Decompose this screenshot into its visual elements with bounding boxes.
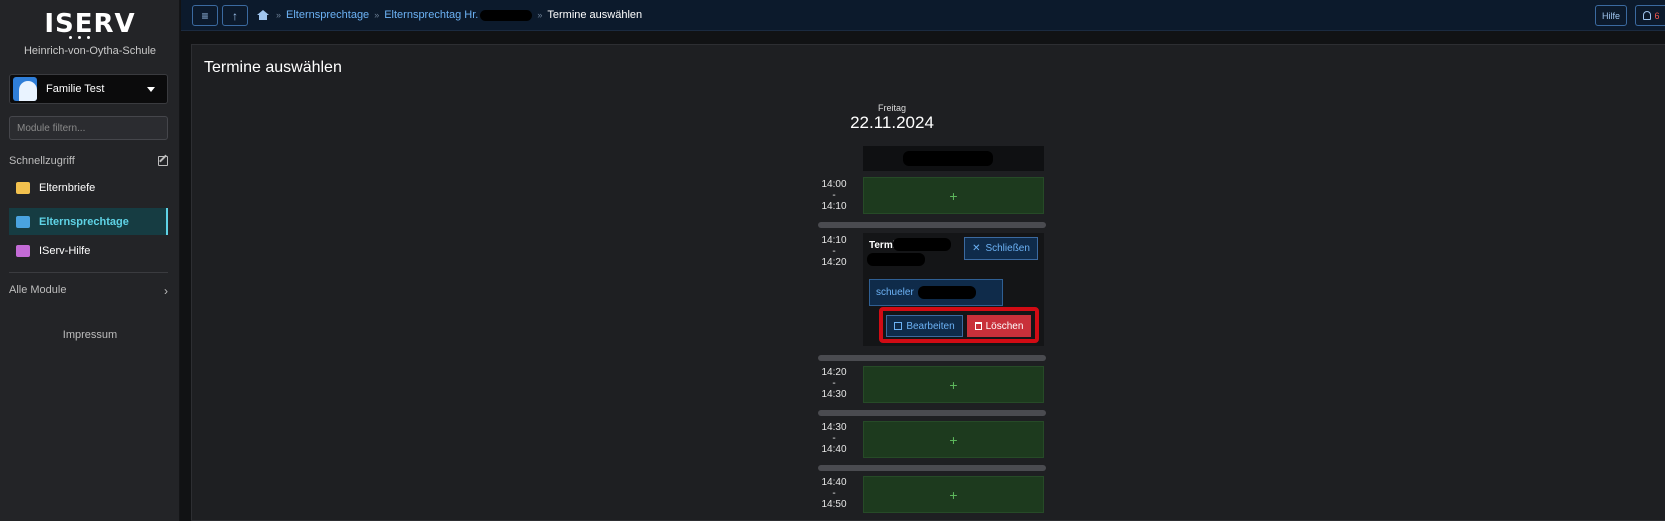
sidebar-item-label: Elternbriefe bbox=[39, 181, 96, 194]
quick-access-header: Schnellzugriff bbox=[9, 155, 168, 167]
breadcrumb-elternsprechtage[interactable]: Elternsprechtage bbox=[286, 9, 369, 21]
redacted-teacher bbox=[867, 253, 925, 266]
student-label: schueler bbox=[876, 287, 914, 298]
breadcrumb-separator: » bbox=[276, 10, 282, 20]
student-badge: schueler bbox=[869, 279, 1003, 306]
module-filter-input[interactable] bbox=[9, 116, 168, 140]
account-name: Familie Test bbox=[46, 83, 105, 95]
pencil-icon bbox=[894, 322, 903, 330]
arrow-up-icon: ↑ bbox=[232, 8, 238, 23]
up-button[interactable]: ↑ bbox=[222, 5, 248, 26]
slot-time: 14:40 - 14:50 bbox=[821, 477, 847, 510]
edit-button[interactable]: Bearbeiten bbox=[886, 315, 963, 337]
highlighted-actions: Bearbeiten Löschen bbox=[879, 307, 1039, 343]
breadcrumb-separator: » bbox=[374, 10, 380, 20]
sidebar-item-elternsprechtage[interactable]: Elternsprechtage bbox=[9, 208, 168, 235]
redacted-name bbox=[480, 9, 533, 21]
edit-label: Bearbeiten bbox=[906, 320, 955, 332]
slot-time: 14:10 - 14:20 bbox=[821, 235, 847, 268]
teacher-header bbox=[863, 146, 1044, 171]
all-modules-label: Alle Module bbox=[9, 284, 67, 296]
breadcrumb-separator: » bbox=[537, 10, 543, 20]
booked-appointment: Termin mit ✕ Schließen schueler Bearbeit… bbox=[863, 233, 1044, 346]
slot-time: 14:00 - 14:10 bbox=[821, 179, 847, 212]
add-appointment-button[interactable]: + bbox=[863, 366, 1044, 403]
notification-count: 6 bbox=[1654, 10, 1660, 21]
slot-time: 14:30 - 14:40 bbox=[821, 422, 847, 455]
close-label: Schließen bbox=[985, 243, 1030, 254]
help-button[interactable]: Hilfe bbox=[1595, 5, 1627, 26]
add-appointment-button[interactable]: + bbox=[863, 476, 1044, 513]
school-name: Heinrich-von-Oytha-Schule bbox=[23, 45, 157, 57]
sidebar: ISERV Heinrich-von-Oytha-Schule Familie … bbox=[0, 0, 180, 521]
logo-text: ISERV bbox=[44, 9, 136, 39]
breadcrumb-current: Termine auswählen bbox=[547, 9, 643, 21]
hamburger-icon: ≡ bbox=[201, 8, 209, 23]
redacted-student bbox=[917, 286, 976, 299]
redacted-teacher bbox=[893, 238, 951, 251]
all-modules-link[interactable]: Alle Module › bbox=[9, 284, 168, 298]
notifications-button[interactable]: 6 bbox=[1635, 5, 1665, 26]
add-appointment-button[interactable]: + bbox=[863, 421, 1044, 458]
plus-icon: + bbox=[949, 187, 958, 204]
account-switcher[interactable]: Familie Test bbox=[9, 74, 168, 104]
weekday-label: Freitag bbox=[877, 103, 906, 113]
impressum-link[interactable]: Impressum bbox=[0, 329, 180, 341]
chevron-down-icon bbox=[147, 86, 155, 92]
slot-separator bbox=[818, 410, 1046, 416]
date-heading: 22.11.2024 bbox=[850, 113, 934, 132]
sidebar-item-iserv-hilfe[interactable]: IServ-Hilfe bbox=[9, 237, 168, 264]
bell-icon bbox=[1643, 11, 1652, 20]
breadcrumb-elternsprechtag[interactable]: Elternsprechtag Hr. bbox=[384, 9, 478, 21]
page-title: Termine auswählen bbox=[204, 59, 342, 76]
plus-icon: + bbox=[949, 376, 958, 393]
add-appointment-button[interactable]: + bbox=[863, 177, 1044, 214]
sidebar-item-label: IServ-Hilfe bbox=[39, 244, 91, 257]
chevron-right-icon: › bbox=[164, 284, 168, 298]
main-panel: Termine auswählen Freitag 22.11.2024 14:… bbox=[191, 44, 1665, 521]
slot-time: 14:20 - 14:30 bbox=[821, 367, 847, 400]
edit-icon[interactable] bbox=[158, 156, 168, 166]
close-icon: ✕ bbox=[972, 243, 981, 254]
menu-toggle-button[interactable]: ≡ bbox=[192, 5, 218, 26]
close-button[interactable]: ✕ Schließen bbox=[964, 237, 1038, 260]
home-icon[interactable] bbox=[257, 10, 269, 20]
help-icon bbox=[16, 244, 30, 257]
slot-separator bbox=[818, 355, 1046, 361]
slot-separator bbox=[818, 222, 1046, 228]
iserv-logo[interactable]: ISERV bbox=[0, 10, 180, 39]
meeting-icon bbox=[16, 215, 30, 228]
breadcrumb: » Elternsprechtage » Elternsprechtag Hr.… bbox=[257, 9, 642, 21]
quick-access-label: Schnellzugriff bbox=[9, 155, 75, 167]
envelope-icon bbox=[16, 181, 30, 194]
sidebar-item-label: Elternsprechtage bbox=[39, 215, 129, 228]
top-bar: ≡ ↑ » Elternsprechtage » Elternsprechtag… bbox=[181, 0, 1665, 31]
plus-icon: + bbox=[949, 486, 958, 503]
delete-label: Löschen bbox=[985, 320, 1024, 332]
trash-icon bbox=[974, 322, 982, 330]
redacted-teacher bbox=[903, 151, 993, 166]
plus-icon: + bbox=[949, 431, 958, 448]
sidebar-divider bbox=[9, 272, 168, 273]
slot-separator bbox=[818, 465, 1046, 471]
delete-button[interactable]: Löschen bbox=[967, 315, 1031, 337]
sidebar-item-elternbriefe[interactable]: Elternbriefe bbox=[9, 174, 168, 201]
avatar bbox=[13, 77, 37, 101]
